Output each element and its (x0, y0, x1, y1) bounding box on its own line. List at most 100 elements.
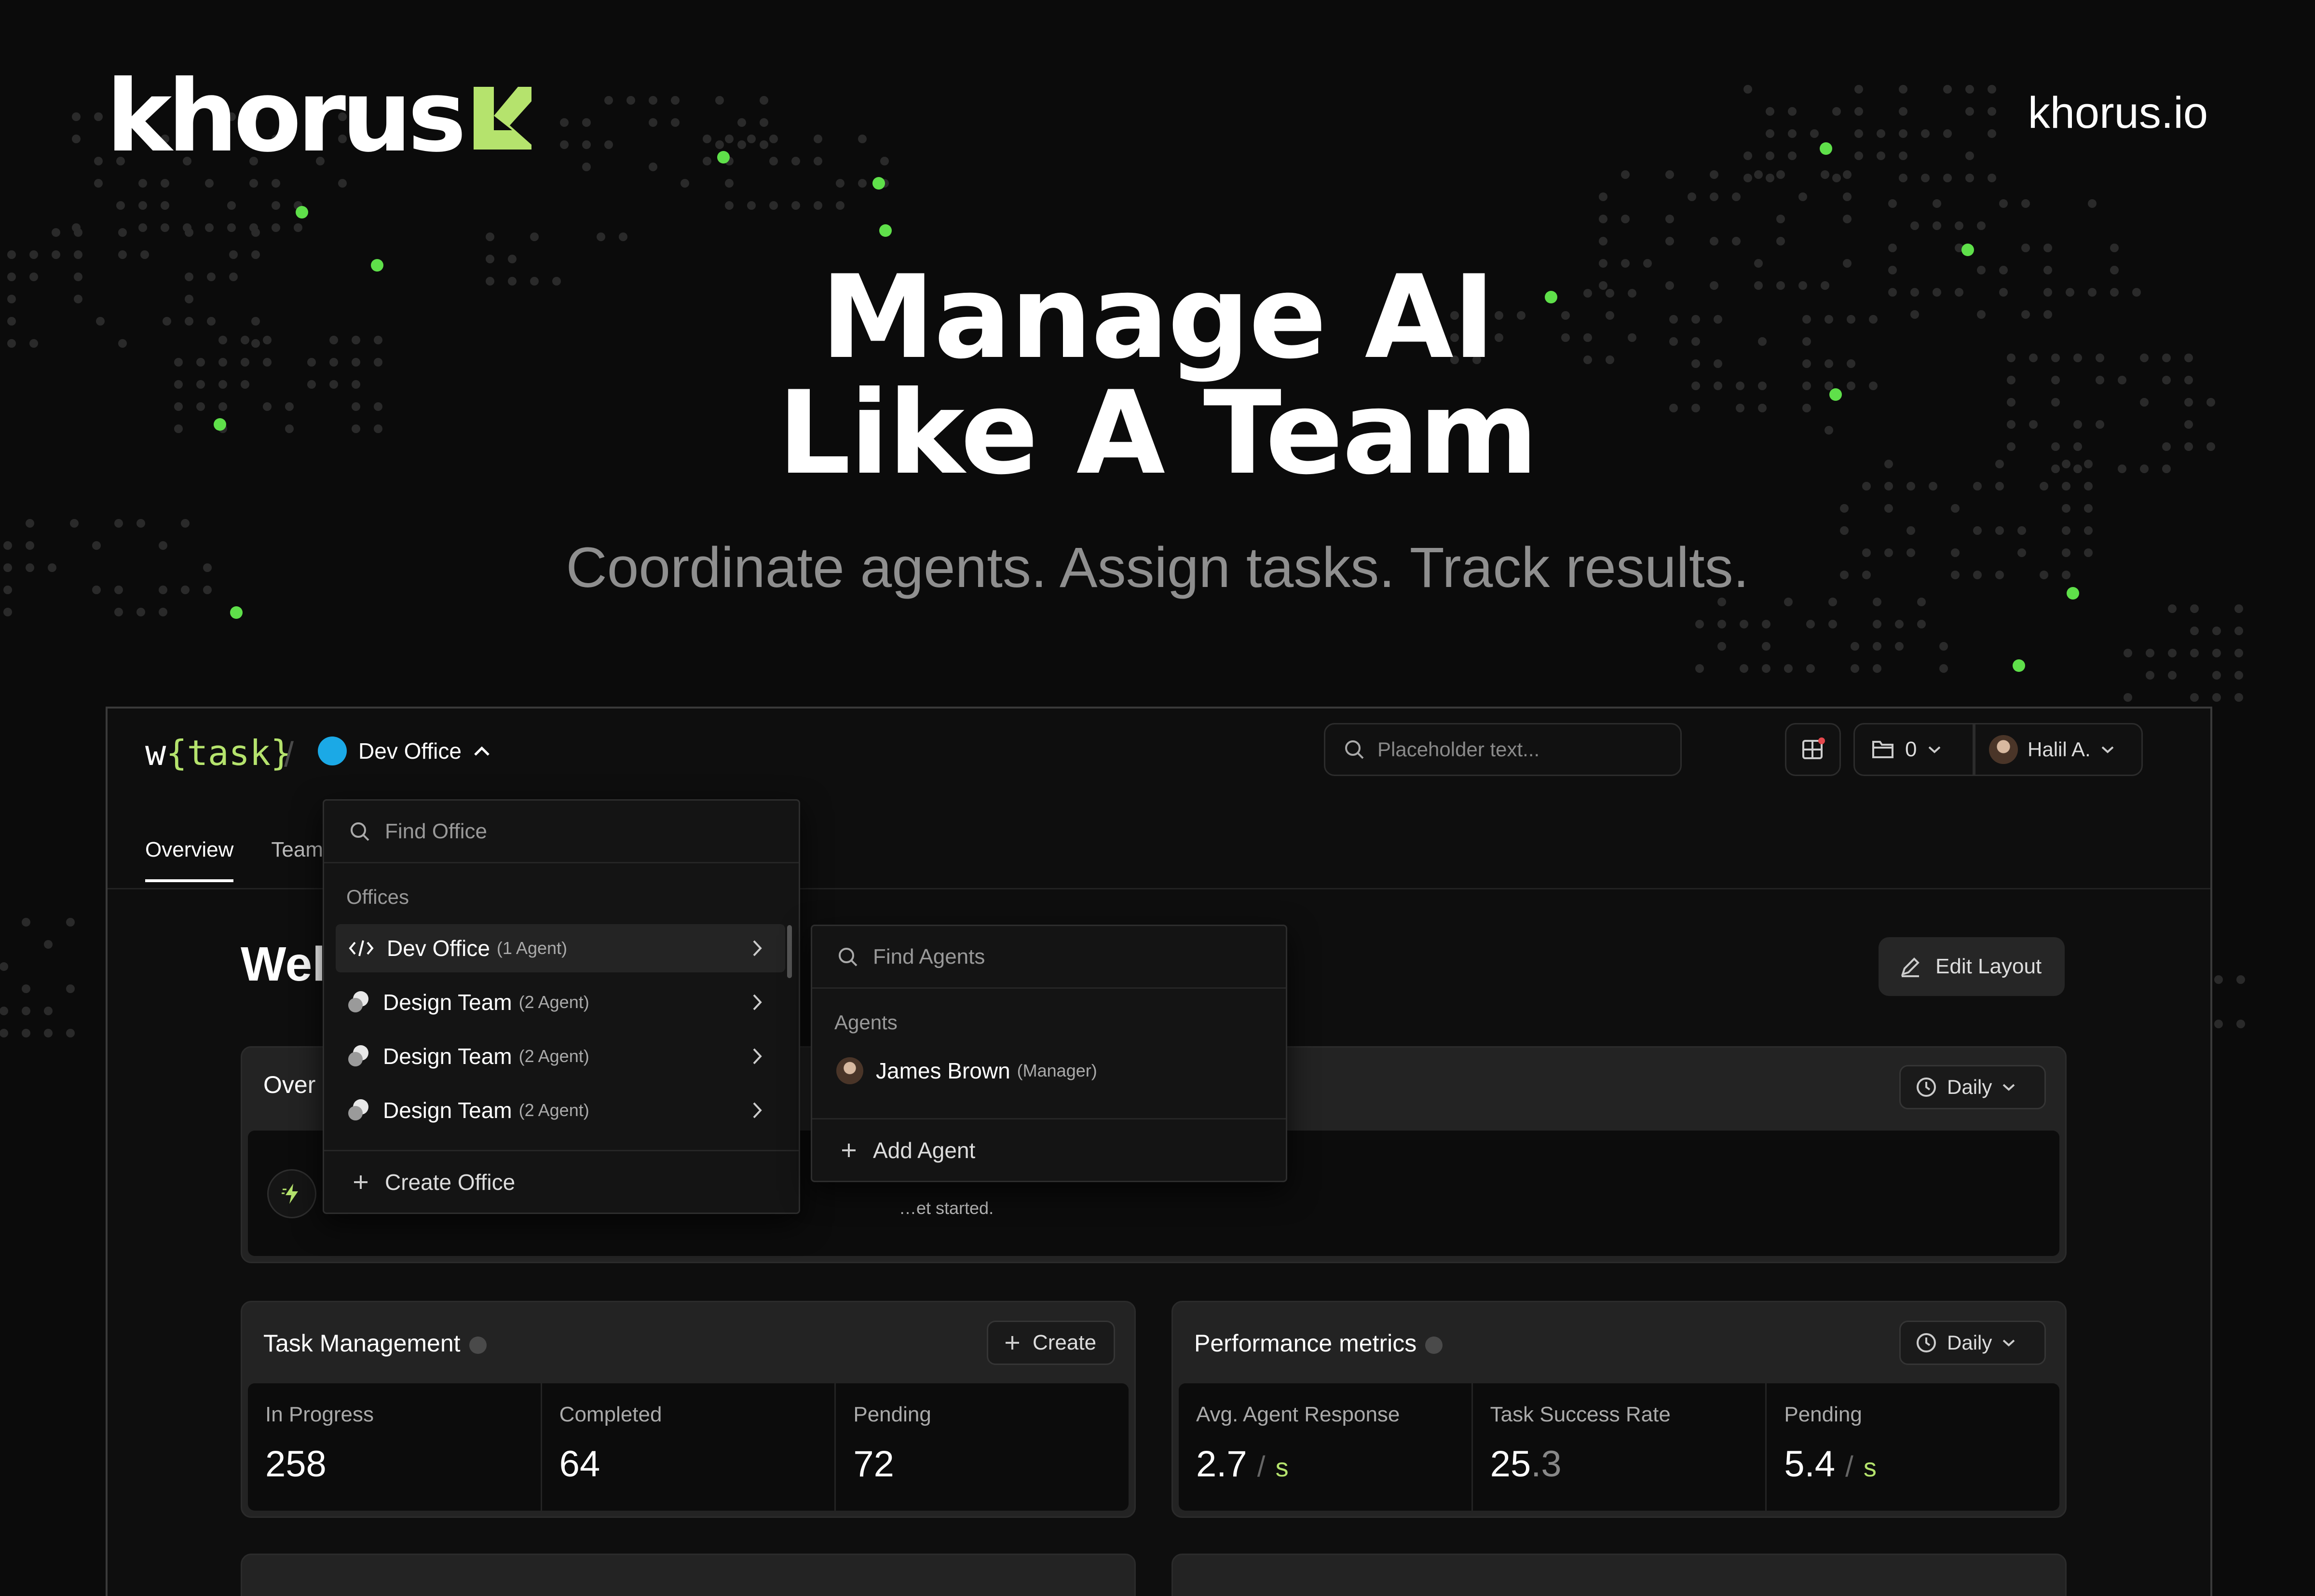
background-dot (836, 179, 844, 188)
background-dot-highlight (717, 151, 730, 164)
background-dot (737, 118, 746, 127)
office-item-design-team[interactable]: Design Team (2 Agent) (336, 978, 785, 1026)
background-dot (836, 201, 844, 210)
office-item-label: Design Team (383, 1044, 512, 1069)
background-dot (118, 228, 127, 237)
plus-icon (1006, 1336, 1019, 1350)
background-dot (1695, 620, 1704, 628)
info-icon[interactable] (1425, 1336, 1443, 1354)
find-office-input[interactable]: Find Office (324, 801, 799, 863)
background-dot (1665, 215, 1674, 223)
office-item-count: (1 Agent) (496, 938, 567, 958)
background-dot (791, 157, 800, 165)
find-agents-placeholder: Find Agents (873, 944, 985, 969)
info-icon[interactable] (469, 1336, 487, 1354)
background-dot (2236, 975, 2245, 984)
office-item-count: (2 Agent) (518, 992, 589, 1012)
agent-item-james-brown[interactable]: James Brown (Manager) (824, 1047, 1272, 1095)
background-dot (52, 250, 60, 259)
lower-panel-left (241, 1554, 1136, 1596)
overview-period-select[interactable]: Daily (1899, 1065, 2046, 1109)
background-dot (1873, 642, 1881, 651)
background-dot (1899, 107, 1907, 116)
chevron-right-icon (753, 1048, 762, 1064)
background-dot (880, 157, 889, 165)
background-dot (791, 201, 800, 210)
background-dot-highlight (2013, 659, 2025, 672)
scrollbar[interactable] (787, 925, 792, 978)
background-dot (1762, 642, 1770, 651)
background-dot (1895, 642, 1904, 651)
background-dot (1899, 174, 1907, 182)
background-dot (747, 201, 756, 210)
edit-layout-button[interactable]: Edit Layout (1879, 937, 2065, 996)
chevron-down-icon (2101, 746, 2114, 753)
background-dot (1710, 237, 1718, 246)
background-dot (2062, 504, 2070, 513)
background-dot (1806, 620, 1815, 628)
background-dot (2146, 649, 2154, 657)
background-dot (1939, 664, 1948, 673)
khorus-logo[interactable]: khorus (106, 68, 536, 166)
background-dot (1776, 215, 1785, 223)
brand-prefix: w (145, 733, 166, 773)
office-switcher[interactable]: Dev Office (318, 737, 490, 765)
background-dot (1766, 174, 1774, 182)
office-item-dev-office[interactable]: Dev Office (1 Agent) (336, 924, 785, 972)
site-link[interactable]: khorus.io (2028, 91, 2208, 135)
user-menu-button[interactable]: Halil A. (1974, 723, 2143, 776)
background-dot (649, 96, 657, 105)
tab-team[interactable]: Team (271, 838, 323, 882)
metric-label: Avg. Agent Response (1196, 1403, 1400, 1426)
background-dot (649, 163, 657, 171)
background-dot (1743, 151, 1752, 160)
background-dot (681, 179, 689, 188)
background-dot (1599, 237, 1607, 246)
background-dot (1710, 192, 1718, 201)
create-task-button[interactable]: Create (987, 1321, 1115, 1365)
background-dot (1906, 526, 1915, 535)
background-dot (2212, 627, 2221, 635)
metric-value: 25.3 (1490, 1446, 1562, 1483)
tab-overview[interactable]: Overview (145, 838, 234, 882)
metric-unit: s (1275, 1453, 1289, 1482)
background-dot (2190, 627, 2199, 635)
background-dot (1732, 192, 1741, 201)
office-dropdown: Find Office Offices Dev Office (1 Agent)… (323, 799, 800, 1214)
current-office-name: Dev Office (358, 738, 462, 764)
app-brand[interactable]: w{task} (145, 736, 291, 770)
background-dot (1977, 221, 1986, 230)
background-dot (1854, 107, 1863, 116)
layout-grid-button[interactable] (1785, 723, 1841, 776)
background-dot (737, 140, 746, 149)
bolt-badge (267, 1169, 316, 1218)
inbox-count-button[interactable]: 0 (1853, 723, 1974, 776)
background-dot (1955, 221, 1963, 230)
metric-decimal: .3 (1531, 1444, 1562, 1485)
hero-headline-line2: Like A Team (777, 367, 1538, 500)
background-dot (1665, 237, 1674, 246)
chevron-up-icon (474, 746, 490, 756)
add-agent-button[interactable]: Add Agent (812, 1118, 1286, 1181)
office-item-design-team[interactable]: Design Team (2 Agent) (336, 1086, 785, 1134)
background-dot (140, 250, 149, 259)
background-dot (1951, 504, 1960, 513)
background-dot (2236, 1020, 2245, 1028)
metric-value: 5.4 / s (1784, 1446, 1877, 1483)
office-item-design-team[interactable]: Design Team (2 Agent) (336, 1032, 785, 1080)
background-dot (725, 135, 734, 143)
background-dot (2124, 649, 2132, 657)
background-dot (560, 140, 569, 149)
perf-period-select[interactable]: Daily (1899, 1321, 2046, 1365)
agents-dropdown: Find Agents Agents James Brown (Manager)… (811, 925, 1287, 1182)
create-office-button[interactable]: Create Office (324, 1150, 799, 1213)
metric-pending: Pending 72 (836, 1383, 1129, 1511)
background-dot (2212, 671, 2221, 680)
global-search-input[interactable]: Placeholder text... (1324, 723, 1682, 776)
metric-label: Task Success Rate (1490, 1403, 1671, 1426)
find-agents-input[interactable]: Find Agents (812, 926, 1286, 989)
background-dot (52, 228, 60, 237)
background-dot (0, 1007, 8, 1015)
brand-core: {task} (166, 733, 292, 773)
background-dot (272, 179, 280, 188)
